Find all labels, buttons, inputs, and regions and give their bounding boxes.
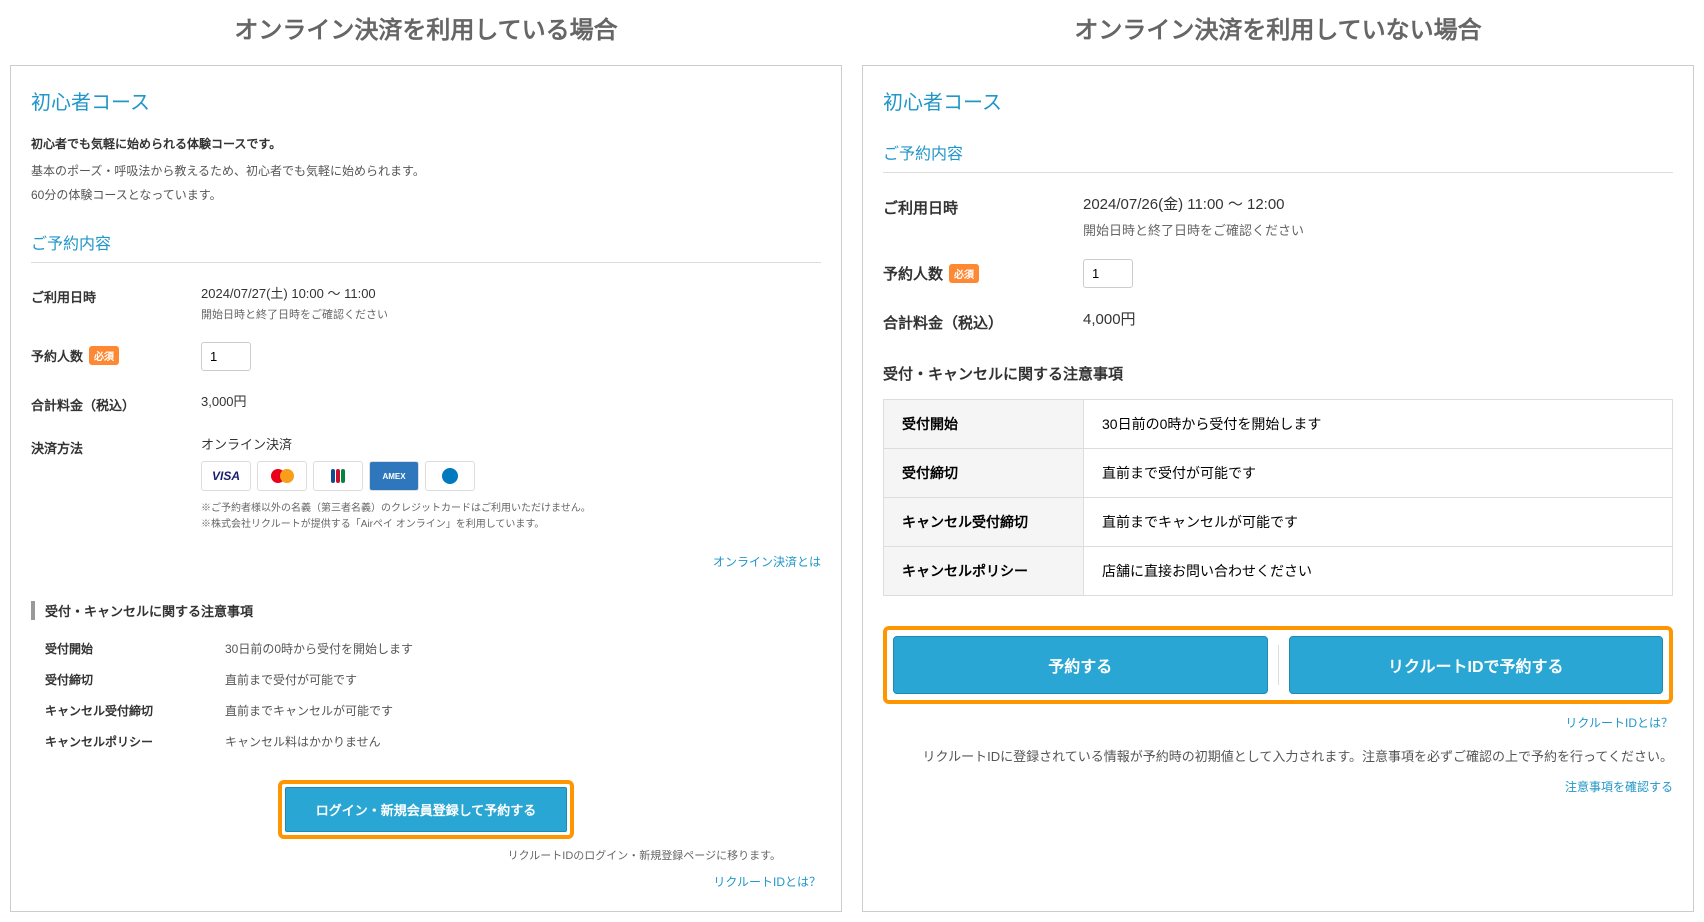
highlight-box: ログイン・新規会員登録して予約する — [278, 780, 575, 839]
qty-input[interactable] — [201, 342, 251, 371]
payment-label: 決済方法 — [31, 434, 201, 457]
recruit-id-info-link[interactable]: リクルートIDとは？ — [1565, 716, 1673, 730]
button-note: リクルートIDのログイン・新規登録ページに移ります。 — [31, 847, 821, 863]
left-panel: 初心者コース 初心者でも気軽に始められる体験コースです。 基本のポーズ・呼吸法か… — [10, 65, 842, 912]
login-register-reserve-button[interactable]: ログイン・新規会員登録して予約する — [285, 787, 568, 832]
recruit-id-info-link[interactable]: リクルートIDとは？ — [713, 875, 821, 889]
qty-label: 予約人数 必須 — [31, 342, 201, 365]
card-logos: VISA AMEX — [201, 461, 821, 491]
online-payment-info-link[interactable]: オンライン決済とは — [713, 555, 821, 569]
course-desc-1: 基本のポーズ・呼吸法から教えるため、初心者でも気軽に始められます。 — [31, 162, 821, 181]
right-column-title: オンライン決済を利用していない場合 — [862, 10, 1694, 45]
notes-row: 受付締切 直前まで受付が可能です — [31, 671, 821, 688]
footer-note: リクルートIDに登録されている情報が予約時の初期値として入力されます。注意事項を… — [883, 747, 1673, 768]
button-area: ログイン・新規会員登録して予約する リクルートIDのログイン・新規登録ページに移… — [31, 780, 821, 891]
right-panel: 初心者コース ご予約内容 ご利用日時 2024/07/26(金) 11:00 ～… — [862, 65, 1694, 912]
payment-note-1: ※ご予約者様以外の名義（第三者名義）のクレジットカードはご利用いただけません。 — [201, 501, 821, 517]
datetime-row: ご利用日時 2024/07/27(土) 10:00 ～ 11:00 開始日時と終… — [31, 283, 821, 322]
left-column: オンライン決済を利用している場合 初心者コース 初心者でも気軽に始められる体験コ… — [10, 10, 842, 912]
notes-title: 受付・キャンセルに関する注意事項 — [31, 601, 821, 620]
course-title: 初心者コース — [883, 86, 1673, 115]
datetime-row: ご利用日時 2024/07/26(金) 11:00 ～ 12:00 開始日時と終… — [883, 193, 1673, 239]
notes-row: 受付開始 30日前の0時から受付を開始します — [31, 640, 821, 657]
table-row: 受付締切 直前まで受付が可能です — [884, 449, 1673, 498]
required-badge: 必須 — [89, 346, 119, 365]
visa-icon: VISA — [201, 461, 251, 491]
required-badge: 必須 — [949, 264, 979, 283]
total-row: 合計料金（税込） 4,000円 — [883, 308, 1673, 333]
payment-row: 決済方法 オンライン決済 VISA AMEX ※ご予約者様以 — [31, 434, 821, 533]
notes-table: 受付開始 30日前の0時から受付を開始します 受付締切 直前まで受付が可能です … — [883, 399, 1673, 596]
course-desc-bold: 初心者でも気軽に始められる体験コースです。 — [31, 135, 821, 152]
amex-icon: AMEX — [369, 461, 419, 491]
course-desc-2: 60分の体験コースとなっています。 — [31, 186, 821, 205]
total-label: 合計料金（税込） — [31, 391, 201, 414]
payment-value: オンライン決済 — [201, 434, 821, 453]
notes-row: キャンセルポリシー キャンセル料はかかりません — [31, 733, 821, 750]
reserve-button[interactable]: 予約する — [893, 636, 1268, 694]
table-row: 受付開始 30日前の0時から受付を開始します — [884, 400, 1673, 449]
datetime-label: ご利用日時 — [883, 193, 1083, 218]
reservation-section-title: ご予約内容 — [31, 230, 821, 263]
datetime-note: 開始日時と終了日時をご確認ください — [1083, 220, 1673, 239]
notes-title: 受付・キャンセルに関する注意事項 — [883, 363, 1673, 384]
notes-row: キャンセル受付締切 直前までキャンセルが可能です — [31, 702, 821, 719]
qty-row: 予約人数 必須 — [31, 342, 821, 371]
mastercard-icon — [257, 461, 307, 491]
course-title: 初心者コース — [31, 86, 821, 115]
table-row: キャンセル受付締切 直前までキャンセルが可能です — [884, 498, 1673, 547]
total-row: 合計料金（税込） 3,000円 — [31, 391, 821, 414]
qty-row: 予約人数 必須 — [883, 259, 1673, 288]
left-column-title: オンライン決済を利用している場合 — [10, 10, 842, 45]
divider — [1278, 645, 1279, 685]
diners-icon — [425, 461, 475, 491]
total-value: 3,000円 — [201, 391, 821, 410]
qty-input[interactable] — [1083, 259, 1133, 288]
datetime-value: 2024/07/26(金) 11:00 ～ 12:00 開始日時と終了日時をご確… — [1083, 193, 1673, 239]
jcb-icon — [313, 461, 363, 491]
table-row: キャンセルポリシー 店舗に直接お問い合わせください — [884, 547, 1673, 596]
total-label: 合計料金（税込） — [883, 308, 1083, 333]
highlight-box: 予約する リクルートIDで予約する — [883, 626, 1673, 704]
button-area: 予約する リクルートIDで予約する リクルートIDとは？ リクルートIDに登録さ… — [883, 626, 1673, 796]
total-value: 4,000円 — [1083, 308, 1673, 329]
reserve-recruit-id-button[interactable]: リクルートIDで予約する — [1289, 636, 1664, 694]
reservation-section-title: ご予約内容 — [883, 140, 1673, 173]
datetime-label: ご利用日時 — [31, 283, 201, 306]
qty-label: 予約人数 必須 — [883, 259, 1083, 284]
payment-note-2: ※株式会社リクルートが提供する「Airペイ オンライン」を利用しています。 — [201, 517, 821, 533]
right-column: オンライン決済を利用していない場合 初心者コース ご予約内容 ご利用日時 202… — [862, 10, 1694, 912]
datetime-note: 開始日時と終了日時をご確認ください — [201, 306, 821, 322]
confirm-notes-link[interactable]: 注意事項を確認する — [1565, 780, 1673, 794]
datetime-value: 2024/07/27(土) 10:00 ～ 11:00 開始日時と終了日時をご確… — [201, 283, 821, 322]
